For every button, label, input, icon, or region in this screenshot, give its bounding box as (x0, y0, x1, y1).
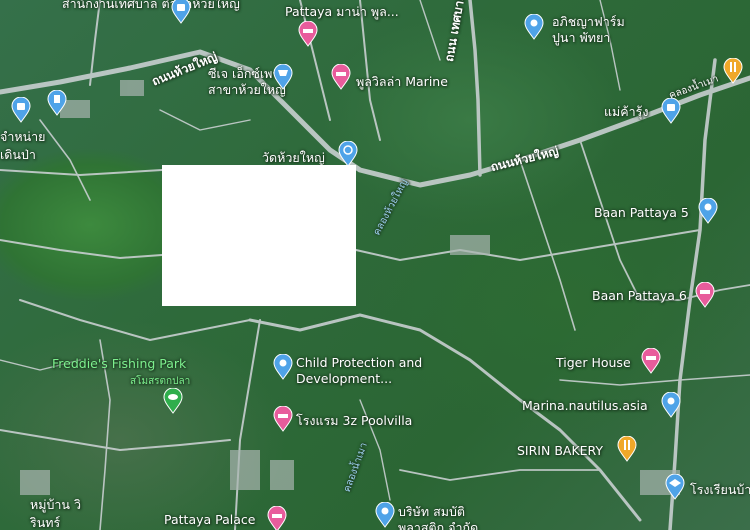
hotel-icon[interactable] (640, 348, 662, 374)
hotel-icon[interactable] (297, 21, 319, 47)
label-child-protection[interactable]: Child Protection and Development... (296, 355, 426, 387)
label-baan-pattaya-5[interactable]: Baan Pattaya 5 (594, 205, 689, 220)
cart-icon[interactable] (272, 64, 294, 90)
location-icon[interactable] (374, 502, 396, 528)
hotel-icon[interactable] (266, 506, 288, 530)
label-freddies-fishing-park[interactable]: Freddie's Fishing Park (52, 356, 186, 371)
label-left-edge[interactable]: จำหน่าย เดินป่า (0, 128, 52, 164)
label-marina-nautilus[interactable]: Marina.nautilus.asia (522, 398, 648, 413)
label-moo-baan[interactable]: หมู่บ้าน วิรินทร์ (30, 496, 85, 530)
label-company-plastic[interactable]: บริษัท สมบัติ พลาสติก จำกัด (398, 504, 488, 530)
label-pattaya-top[interactable]: Pattaya มาน่า พูล... (285, 2, 399, 22)
label-pool-villa-marine[interactable]: พูลวิลล่า Marine (356, 72, 448, 92)
temple-icon[interactable] (337, 141, 359, 167)
location-icon[interactable] (272, 354, 294, 380)
hotel-icon[interactable] (272, 406, 294, 432)
label-baan-pattaya-6[interactable]: Baan Pattaya 6 (592, 288, 687, 303)
fish-icon[interactable] (162, 388, 184, 414)
label-sirin-bakery[interactable]: SIRIN BAKERY (517, 443, 603, 458)
location-icon[interactable] (523, 14, 545, 40)
gas-station-icon[interactable] (46, 90, 68, 116)
hotel-icon[interactable] (694, 282, 716, 308)
label-pattaya-palace[interactable]: Pattaya Palace (164, 512, 255, 527)
restaurant-icon[interactable] (722, 58, 744, 84)
hotel-icon[interactable] (330, 64, 352, 90)
label-municipal-office[interactable]: สำนักงานเทศบาล ตำบลห้วยใหญ่ (62, 0, 240, 14)
label-mae-kha-rung[interactable]: แม่ค้ารุ้ง (604, 102, 649, 122)
label-school-bottom[interactable]: โรงเรียนบ้าน (690, 480, 750, 500)
location-icon[interactable] (660, 392, 682, 418)
school-icon[interactable] (664, 474, 686, 500)
label-hotel-3z[interactable]: โรงแรม 3z Poolvilla (296, 411, 412, 431)
shopping-bag-icon[interactable] (10, 97, 32, 123)
location-icon[interactable] (697, 198, 719, 224)
label-pharmacy[interactable]: อภิชญาฟาร์ม ปูนา พัทยา (552, 14, 652, 46)
shopping-bag-icon[interactable] (170, 0, 192, 24)
label-freddies-th[interactable]: สโมสรตกปลา (130, 374, 190, 389)
restaurant-icon[interactable] (616, 436, 638, 462)
shopping-bag-icon[interactable] (660, 98, 682, 124)
label-tiger-house[interactable]: Tiger House (556, 355, 631, 370)
blank-overlay (162, 165, 356, 306)
satellite-map[interactable]: สำนักงานเทศบาล ตำบลห้วยใหญ่ Pattaya มาน่… (0, 0, 750, 530)
